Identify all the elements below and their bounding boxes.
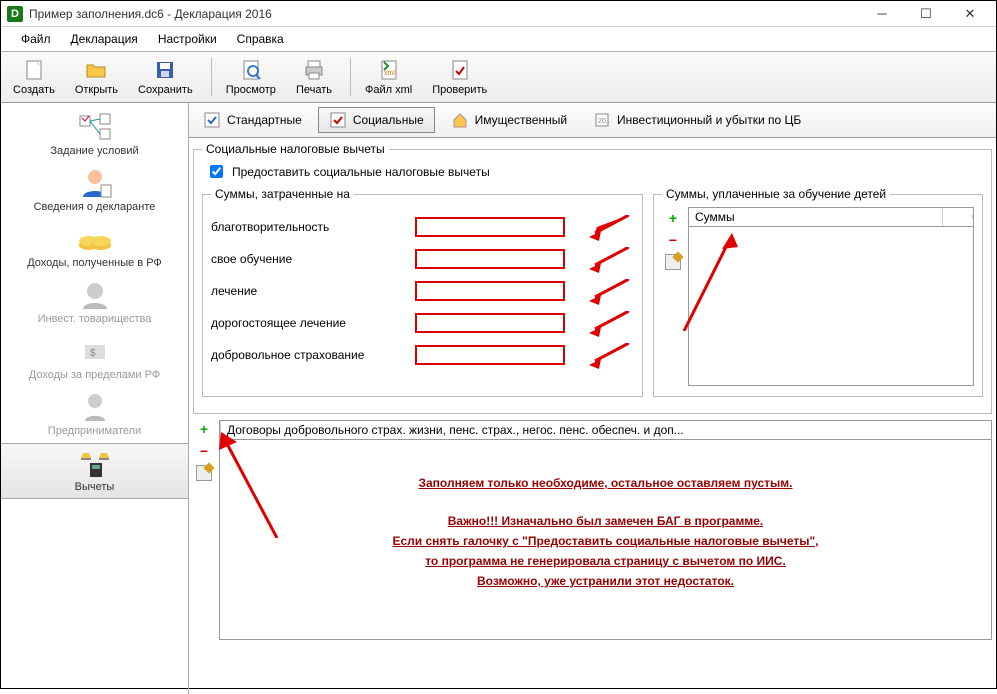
menu-settings[interactable]: Настройки <box>148 30 227 48</box>
menu-declaration[interactable]: Декларация <box>61 30 148 48</box>
sidebar-income-abroad[interactable]: $ Доходы за пределами РФ <box>1 331 188 387</box>
toolbar-create[interactable]: Создать <box>5 56 63 98</box>
sidebar-declarant[interactable]: Сведения о декларанте <box>1 163 188 219</box>
contracts-remove-button[interactable]: − <box>195 442 213 460</box>
sidebar-deductions[interactable]: Вычеты <box>1 443 188 499</box>
arrow-icon <box>589 215 629 241</box>
arrow-icon <box>589 279 629 305</box>
annotation-line5: Возможно, уже устранили этот недостаток. <box>240 574 971 588</box>
contracts-toolbar: + − <box>193 420 215 640</box>
minimize-button[interactable]: ─ <box>860 1 904 27</box>
children-column-sums: Суммы <box>689 208 943 226</box>
main-panel: Стандартные Социальные Имущественный 20.… <box>189 103 996 694</box>
sidebar-conditions[interactable]: Задание условий <box>1 107 188 163</box>
annotation-line3: Если снять галочку с "Предоставить социа… <box>240 534 971 548</box>
conditions-icon <box>75 111 115 143</box>
work-area: Задание условий Сведения о декларанте До… <box>1 103 996 694</box>
arrow-icon <box>674 231 764 331</box>
maximize-button[interactable]: ☐ <box>904 1 948 27</box>
sums-spent-group: Суммы, затраченные на благотворительност… <box>202 187 643 397</box>
edit-icon <box>196 465 212 481</box>
property-tab-icon <box>451 111 469 129</box>
toolbar: Создать Открыть Сохранить Просмотр Печат… <box>1 52 996 103</box>
expensive-treatment-label: дорогостоящее лечение <box>211 316 401 330</box>
menu-file[interactable]: Файл <box>11 30 61 48</box>
tab-investment[interactable]: 20.. Инвестиционный и убытки по ЦБ <box>583 108 811 132</box>
own-education-input[interactable] <box>415 249 565 269</box>
app-icon: D <box>7 6 23 22</box>
insurance-input[interactable] <box>415 345 565 365</box>
standard-tab-icon <box>203 111 221 129</box>
own-education-label: свое обучение <box>211 252 401 266</box>
arrow-icon <box>589 247 629 273</box>
income-abroad-icon: $ <box>75 335 115 367</box>
print-icon <box>302 58 326 82</box>
insurance-label: добровольное страхование <box>211 348 401 362</box>
save-icon <box>153 58 177 82</box>
treatment-input[interactable] <box>415 281 565 301</box>
provide-social-label: Предоставить социальные налоговые вычеты <box>232 165 490 179</box>
menu-help[interactable]: Справка <box>227 30 294 48</box>
children-education-group: Суммы, уплаченные за обучение детей + − … <box>653 187 983 397</box>
charity-input[interactable] <box>415 217 565 237</box>
deductions-icon <box>75 447 115 479</box>
arrow-icon <box>589 311 629 337</box>
sums-spent-legend: Суммы, затраченные на <box>211 187 354 201</box>
deduction-tabs: Стандартные Социальные Имущественный 20.… <box>189 103 996 138</box>
toolbar-save[interactable]: Сохранить <box>130 56 201 98</box>
annotation-line2: Важно!!! Изначально был замечен БАГ в пр… <box>240 514 971 528</box>
annotation-line4: то программа не генерировала страницу с … <box>240 554 971 568</box>
content: Социальные налоговые вычеты Предоставить… <box>189 138 996 644</box>
toolbar-print[interactable]: Печать <box>288 56 340 98</box>
toolbar-xml[interactable]: xml Файл xml <box>357 56 420 98</box>
new-file-icon <box>22 58 46 82</box>
arrow-icon <box>589 343 629 369</box>
contracts-header: Договоры добровольного страх. жизни, пен… <box>219 420 992 440</box>
charity-label: благотворительность <box>211 220 401 234</box>
tab-standard[interactable]: Стандартные <box>193 108 312 132</box>
treatment-label: лечение <box>211 284 401 298</box>
sidebar-income-rf[interactable]: Доходы, полученные в РФ <box>1 219 188 275</box>
tab-property[interactable]: Имущественный <box>441 108 577 132</box>
entrepreneurs-icon <box>75 391 115 423</box>
contracts-edit-button[interactable] <box>195 464 213 482</box>
provide-social-checkbox[interactable] <box>210 165 223 178</box>
children-list-header: Суммы <box>688 207 974 226</box>
contracts-header-text: Договоры добровольного страх. жизни, пен… <box>220 421 991 439</box>
svg-text:$: $ <box>90 348 96 359</box>
contracts-add-button[interactable]: + <box>195 420 213 438</box>
expensive-treatment-input[interactable] <box>415 313 565 333</box>
toolbar-preview[interactable]: Просмотр <box>218 56 284 98</box>
toolbar-open[interactable]: Открыть <box>67 56 126 98</box>
invest-icon <box>75 279 115 311</box>
open-folder-icon <box>84 58 108 82</box>
sidebar: Задание условий Сведения о декларанте До… <box>1 103 189 694</box>
toolbar-check[interactable]: Проверить <box>424 56 495 98</box>
close-button[interactable]: ✕ <box>948 1 992 27</box>
contracts-section: + − Договоры добровольного страх. жизни,… <box>193 420 992 640</box>
check-icon <box>448 58 472 82</box>
sidebar-entrepreneurs[interactable]: Предприниматели <box>1 387 188 443</box>
declarant-icon <box>75 167 115 199</box>
tab-social[interactable]: Социальные <box>318 107 435 133</box>
children-legend: Суммы, уплаченные за обучение детей <box>662 187 890 201</box>
titlebar: D Пример заполнения.dc6 - Декларация 201… <box>1 1 996 27</box>
window-title: Пример заполнения.dc6 - Декларация 2016 <box>29 7 272 21</box>
social-tab-icon <box>329 111 347 129</box>
preview-icon <box>239 58 263 82</box>
arrow-icon <box>217 428 317 538</box>
annotation-line1: Заполняем только необходиме, остальное о… <box>240 476 971 490</box>
xml-file-icon: xml <box>377 58 401 82</box>
income-rf-icon <box>75 223 115 255</box>
svg-text:20..: 20.. <box>598 118 610 125</box>
investment-tab-icon: 20.. <box>593 111 611 129</box>
contracts-list[interactable]: Заполняем только необходиме, остальное о… <box>219 440 992 640</box>
sidebar-invest[interactable]: Инвест. товарищества <box>1 275 188 331</box>
social-deductions-group: Социальные налоговые вычеты Предоставить… <box>193 142 992 414</box>
menubar: Файл Декларация Настройки Справка <box>1 27 996 52</box>
children-add-button[interactable]: + <box>664 209 682 227</box>
svg-text:xml: xml <box>384 70 395 77</box>
social-legend: Социальные налоговые вычеты <box>202 142 389 156</box>
